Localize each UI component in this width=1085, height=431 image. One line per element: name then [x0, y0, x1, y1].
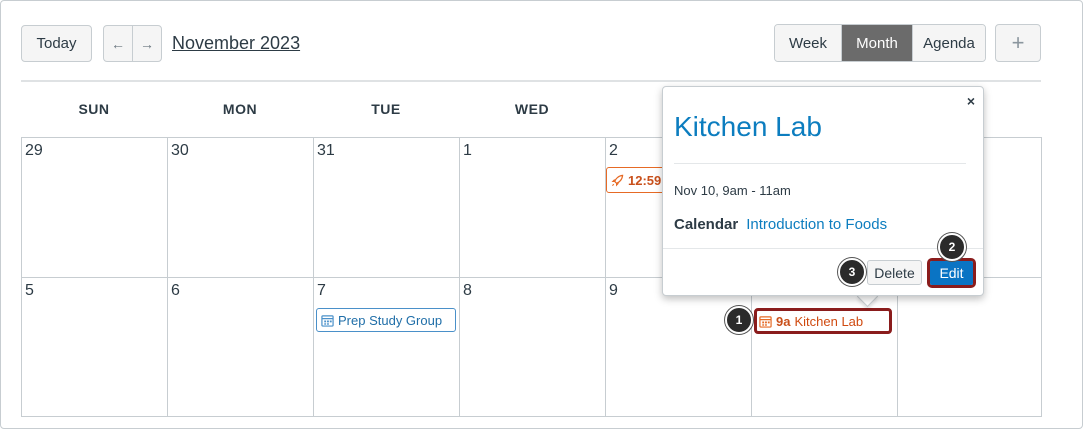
event-time: 9a: [776, 313, 791, 329]
day-cell[interactable]: 30: [167, 137, 313, 277]
popover-title[interactable]: Kitchen Lab: [674, 111, 822, 143]
event-label: Kitchen Lab: [794, 313, 864, 329]
edit-button-highlight: Edit: [927, 258, 976, 288]
callout-badge-2: 2: [938, 233, 966, 261]
day-cell[interactable]: 9: [605, 277, 751, 417]
popover-footer-divider: [663, 248, 983, 249]
week-view-button[interactable]: Week: [775, 25, 842, 61]
day-cell[interactable]: 5: [21, 277, 167, 417]
event-time: 12:59: [628, 172, 662, 188]
event-prep-study-group[interactable]: Prep Study Group: [316, 308, 456, 332]
calendar-label: Calendar: [674, 216, 739, 233]
month-title[interactable]: November 2023: [172, 33, 300, 54]
day-cell[interactable]: 31: [313, 137, 459, 277]
edit-button[interactable]: Edit: [930, 261, 973, 285]
callout-badge-1: 1: [725, 306, 753, 334]
weekday-header: SUN: [78, 101, 110, 117]
day-cell[interactable]: 7: [313, 277, 459, 417]
event-date-time: Nov 10, 9am - 11am: [674, 183, 791, 198]
day-number[interactable]: 7: [317, 282, 326, 300]
agenda-view-button[interactable]: Agenda: [912, 25, 985, 61]
add-event-button[interactable]: +: [995, 24, 1041, 62]
rocket-icon: [611, 174, 624, 186]
day-number[interactable]: 30: [171, 142, 189, 160]
day-number[interactable]: 1: [463, 142, 472, 160]
weekday-header: WED: [514, 101, 550, 117]
grid-bottom-border: [21, 416, 1042, 417]
day-number[interactable]: 29: [25, 142, 43, 160]
next-arrow-icon[interactable]: →: [133, 26, 161, 61]
delete-button[interactable]: Delete: [867, 260, 922, 285]
day-number[interactable]: 2: [609, 142, 618, 160]
day-number[interactable]: 6: [171, 282, 180, 300]
view-switcher: Week Month Agenda: [774, 24, 986, 62]
weekday-header: MON: [222, 101, 258, 117]
day-cell[interactable]: 1: [459, 137, 605, 277]
event-calendar: Calendar Introduction to Foods: [674, 216, 887, 233]
event-kitchen-lab[interactable]: 9a Kitchen Lab: [754, 308, 892, 334]
day-number[interactable]: 31: [317, 142, 335, 160]
prev-arrow-icon[interactable]: ←: [104, 26, 133, 61]
close-icon[interactable]: ×: [967, 93, 975, 109]
event-assignment[interactable]: 12:59: [606, 167, 666, 193]
month-view-button[interactable]: Month: [842, 25, 912, 61]
day-cell[interactable]: 6: [167, 277, 313, 417]
day-cell[interactable]: 8: [459, 277, 605, 417]
popover-divider: [674, 163, 966, 164]
date-nav: ← →: [103, 25, 162, 62]
day-number[interactable]: 5: [25, 282, 34, 300]
day-cell[interactable]: 29: [21, 137, 167, 277]
callout-badge-3: 3: [838, 258, 866, 286]
today-button[interactable]: Today: [21, 25, 92, 62]
day-number[interactable]: 9: [609, 282, 618, 300]
event-label: Prep Study Group: [338, 312, 443, 328]
day-cell[interactable]: [897, 277, 1042, 417]
calendar-link[interactable]: Introduction to Foods: [746, 216, 887, 233]
calendar-icon: [759, 315, 772, 328]
day-number[interactable]: 8: [463, 282, 472, 300]
calendar-icon: [321, 314, 334, 327]
weekday-header: TUE: [371, 101, 401, 117]
header-divider: [21, 80, 1041, 82]
